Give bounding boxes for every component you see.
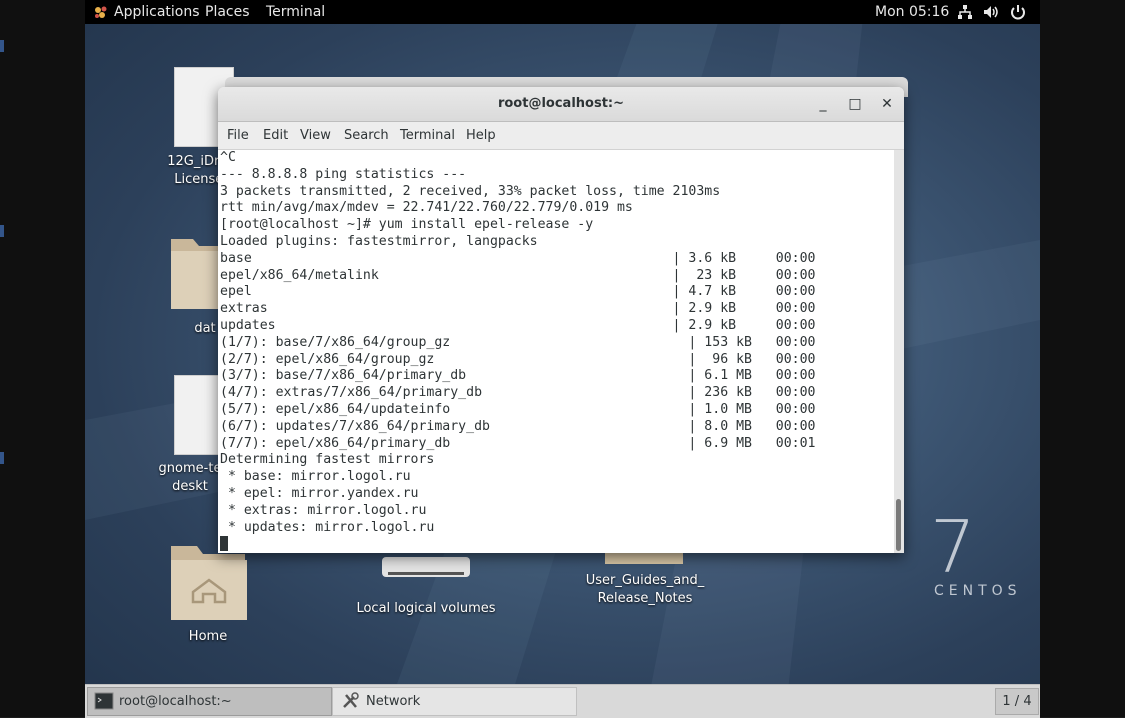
terminal-line: epel/x86_64/metalink | 23 kB 00:00 — [220, 267, 816, 283]
bottom-panel: root@localhost:~ Network 1 / 4 — [85, 684, 1040, 718]
terminal-line: Determining fastest mirrors — [220, 452, 435, 468]
menu-bar: File Edit View Search Terminal Help — [218, 122, 904, 150]
left-border — [0, 0, 85, 717]
window-titlebar[interactable]: root@localhost:~ _ □ ✕ — [218, 87, 904, 122]
label-line: Release_Notes — [597, 591, 693, 606]
terminal-line: epel | 4.7 kB 00:00 — [220, 284, 816, 300]
edge-mark — [0, 40, 4, 52]
label-line: Local logical volumes — [356, 601, 496, 616]
terminal-line: * epel: mirror.yandex.ru — [220, 485, 419, 501]
centos-logo-word: CENTOS — [934, 583, 1022, 599]
terminal-line: Loaded plugins: fastestmirror, langpacks — [220, 233, 538, 249]
terminal-window[interactable]: root@localhost:~ _ □ ✕ File Edit View Se… — [218, 87, 904, 553]
terminal-line: rtt min/avg/max/mdev = 22.741/22.760/22.… — [220, 200, 633, 216]
terminal-text: ^C --- 8.8.8.8 ping statistics --- 3 packe… — [218, 150, 894, 553]
menu-help[interactable]: Help — [466, 128, 496, 143]
terminal-line: (4/7): extras/7/x86_64/primary_db | 236 … — [220, 385, 816, 401]
taskbar-terminal[interactable]: root@localhost:~ — [87, 687, 332, 716]
terminal-icon — [94, 692, 114, 710]
tools-icon — [343, 692, 359, 708]
label-line: deskt — [172, 479, 208, 494]
applications-menu[interactable]: Applications — [114, 3, 200, 21]
menu-edit[interactable]: Edit — [263, 128, 288, 143]
terminal-line: --- 8.8.8.8 ping statistics --- — [220, 166, 467, 182]
terminal-line: 3 packets transmitted, 2 received, 33% p… — [220, 183, 721, 199]
close-button[interactable]: ✕ — [878, 95, 896, 113]
maximize-button[interactable]: □ — [846, 95, 864, 113]
edge-mark — [0, 452, 4, 464]
scrollbar-thumb[interactable] — [896, 499, 901, 551]
drive-icon[interactable] — [382, 557, 470, 577]
desktop-icon-label[interactable]: User_Guides_and_ Release_Notes — [565, 572, 725, 608]
terminal-line: * extras: mirror.logol.ru — [220, 502, 427, 518]
edge-mark — [0, 225, 4, 237]
terminal-line: * base: mirror.logol.ru — [220, 469, 411, 485]
label-line: dat — [194, 321, 216, 336]
label-line: Home — [188, 629, 228, 644]
terminal-line: * updates: mirror.logol.ru — [220, 519, 435, 535]
terminal-line: (1/7): base/7/x86_64/group_gz | 153 kB 0… — [220, 334, 816, 350]
power-icon[interactable] — [1009, 3, 1027, 21]
label-line: User_Guides_and_ — [585, 573, 705, 588]
terminal-output[interactable]: ^C --- 8.8.8.8 ping statistics --- 3 packe… — [218, 150, 894, 553]
centos-logo-number: 7 — [930, 505, 976, 589]
top-panel: Applications Places Terminal Mon 05:16 — [85, 0, 1040, 24]
taskbar-network[interactable]: Network — [332, 687, 577, 716]
volume-icon[interactable] — [982, 3, 1000, 21]
home-folder-icon[interactable] — [169, 542, 249, 622]
terminal-line: updates | 2.9 kB 00:00 — [220, 317, 816, 333]
window-title: root@localhost:~ — [497, 96, 625, 111]
terminal-line: (3/7): base/7/x86_64/primary_db | 6.1 MB… — [220, 368, 816, 384]
clock[interactable]: Mon 05:16 — [875, 3, 949, 21]
right-border — [1040, 0, 1125, 717]
terminal-line: (5/7): epel/x86_64/updateinfo | 1.0 MB 0… — [220, 401, 816, 417]
menu-file[interactable]: File — [227, 128, 249, 143]
scrollbar[interactable] — [894, 150, 904, 553]
terminal-line: (6/7): updates/7/x86_64/primary_db | 8.0… — [220, 418, 816, 434]
taskbar-network-label: Network — [366, 694, 421, 709]
label-line: gnome-te — [158, 461, 222, 476]
menu-terminal[interactable]: Terminal — [400, 128, 455, 143]
desktop-icon-label[interactable]: Home — [175, 628, 241, 646]
terminal-line: (2/7): epel/x86_64/group_gz | 96 kB 00:0… — [220, 351, 816, 367]
terminal-line: [root@localhost ~]# yum install epel-rel… — [220, 217, 594, 233]
menu-search[interactable]: Search — [344, 128, 389, 143]
terminal-line: base | 3.6 kB 00:00 — [220, 250, 816, 266]
terminal-line: ^C — [220, 150, 236, 165]
terminal-app-menu[interactable]: Terminal — [266, 3, 325, 21]
places-menu[interactable]: Places — [205, 3, 250, 21]
menu-view[interactable]: View — [300, 128, 331, 143]
workspace-pager[interactable]: 1 / 4 — [995, 688, 1039, 715]
terminal-line: extras | 2.9 kB 00:00 — [220, 301, 816, 317]
terminal-prompt-line — [220, 536, 894, 553]
minimize-button[interactable]: _ — [814, 95, 832, 113]
terminal-line: (7/7): epel/x86_64/primary_db | 6.9 MB 0… — [220, 435, 816, 451]
taskbar-terminal-label: root@localhost:~ — [119, 694, 232, 709]
gnome-foot-icon — [95, 6, 107, 18]
desktop-icon-label[interactable]: Local logical volumes — [351, 600, 501, 618]
network-icon[interactable] — [956, 3, 974, 21]
cursor — [220, 536, 228, 552]
